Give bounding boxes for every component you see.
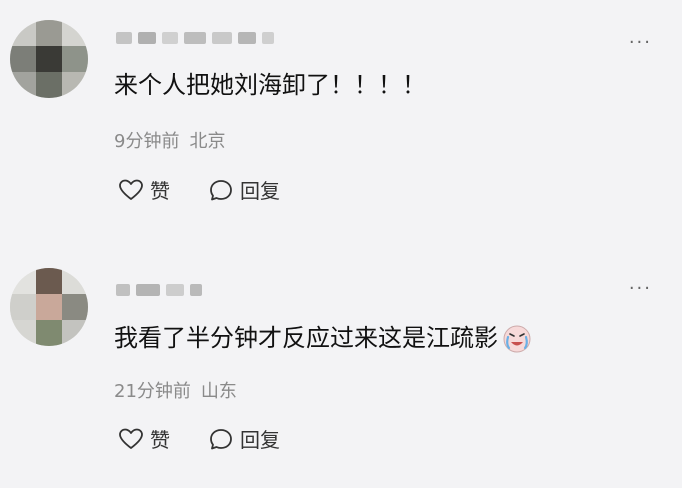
avatar[interactable] bbox=[10, 20, 88, 98]
like-label: 赞 bbox=[150, 179, 170, 203]
username-pixelated[interactable] bbox=[116, 30, 274, 46]
like-button[interactable]: 赞 bbox=[118, 424, 170, 453]
comment-actions: 赞 回复 bbox=[118, 424, 318, 453]
comment-item bbox=[0, 250, 682, 488]
reply-button[interactable]: 回复 bbox=[208, 175, 280, 204]
heart-icon bbox=[119, 179, 143, 200]
username-pixelated[interactable] bbox=[116, 282, 202, 298]
comment-text: 来个人把她刘海卸了！！！！ bbox=[114, 71, 426, 99]
avatar[interactable] bbox=[10, 268, 88, 346]
like-label: 赞 bbox=[150, 428, 170, 452]
comment-text-content: 我看了半分钟才反应过来这是江疏影 bbox=[114, 324, 498, 352]
comment-location: 山东 bbox=[200, 381, 237, 402]
comment-time: 9分钟前 bbox=[114, 131, 180, 152]
comment-meta: 21分钟前 山东 bbox=[114, 377, 237, 403]
comment-meta: 9分钟前 北京 bbox=[114, 127, 225, 153]
reply-button[interactable]: 回复 bbox=[208, 424, 280, 453]
heart-icon bbox=[119, 428, 143, 449]
comment-text: 我看了半分钟才反应过来这是江疏影 bbox=[114, 323, 532, 354]
comment-item: ··· 来个人把她刘海卸了！！！！ 9分钟前 北京 赞 回复 bbox=[0, 0, 682, 240]
more-dots-icon[interactable]: ··· bbox=[629, 34, 652, 52]
reply-label: 回复 bbox=[240, 428, 280, 452]
comment-time: 21分钟前 bbox=[114, 381, 191, 402]
reply-label: 回复 bbox=[240, 179, 280, 203]
comment-bubble-icon bbox=[210, 428, 232, 449]
like-button[interactable]: 赞 bbox=[118, 175, 170, 204]
comment-actions: 赞 回复 bbox=[118, 175, 318, 204]
more-dots-icon[interactable]: ··· bbox=[629, 280, 652, 298]
comment-location: 北京 bbox=[189, 131, 226, 152]
crying-laughing-emoji bbox=[503, 325, 531, 353]
comment-bubble-icon bbox=[210, 179, 232, 200]
